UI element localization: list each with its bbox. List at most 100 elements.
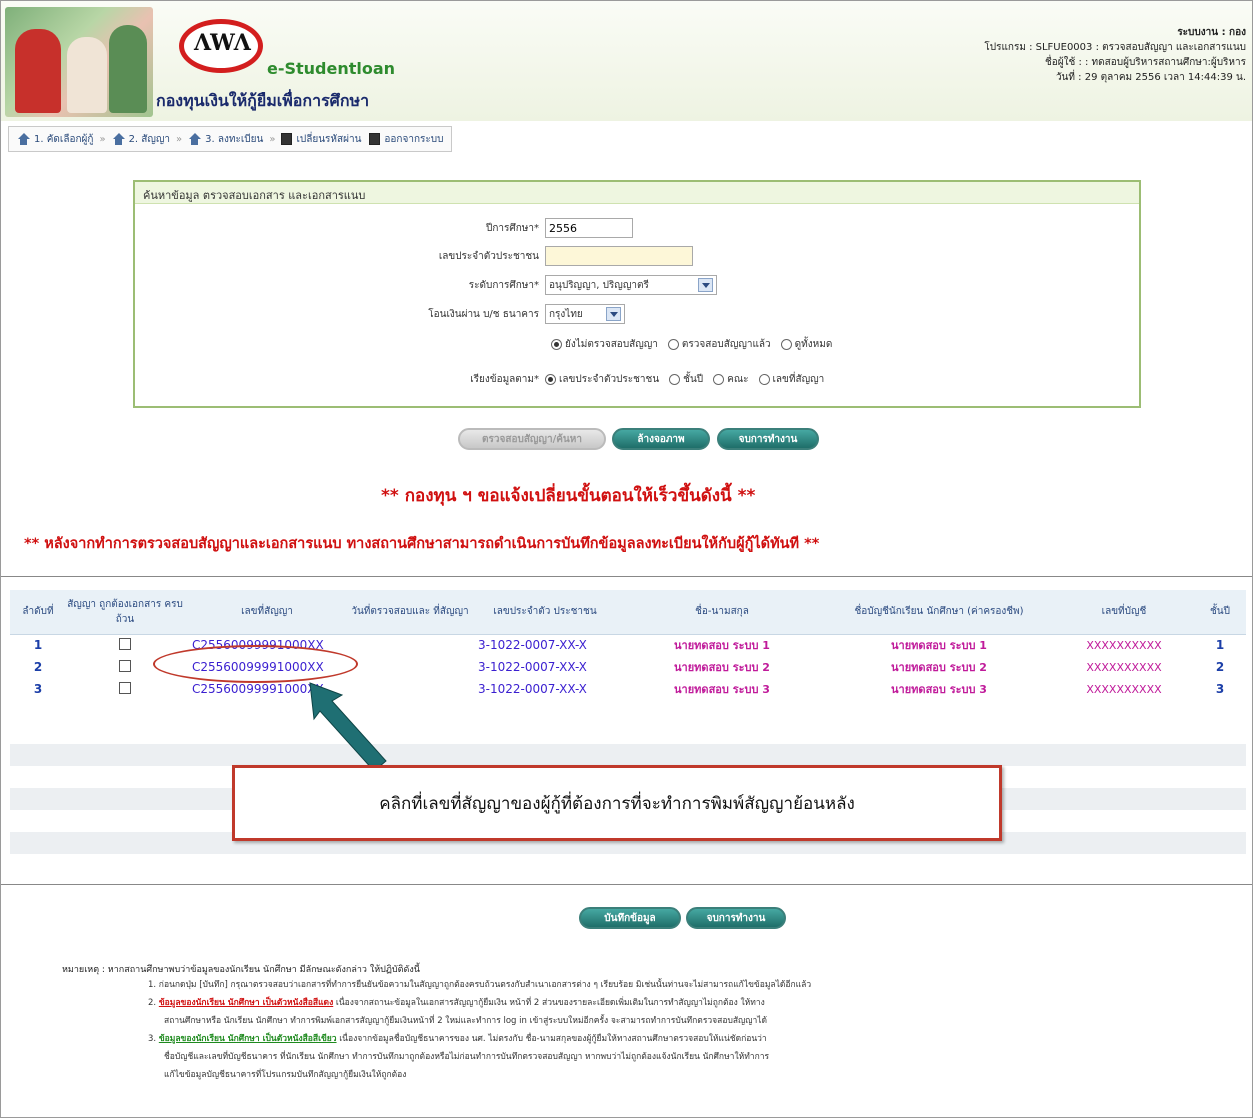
chevron-down-icon <box>698 278 713 292</box>
check-date-cell <box>350 634 470 656</box>
row-no: 3 <box>33 682 43 696</box>
table-header-row: ลำดับที่ สัญญา ถูกต้องเอกสาร ครบถ้วน เลข… <box>10 590 1246 635</box>
sort-label: เรียงข้อมูลตาม* <box>470 374 539 385</box>
user-value: : ทดสอบผู้บริหารสถานศึกษา:ผู้บริหาร <box>1085 57 1246 68</box>
nav-logout[interactable]: ออกจากระบบ <box>365 132 447 147</box>
sort-radio-faculty[interactable]: คณะ <box>713 372 749 387</box>
pointer-arrow-icon <box>309 682 387 772</box>
home-icon <box>112 133 125 145</box>
notice-line-1: ** กองทุน ฯ ขอแจ้งเปลี่ยนขั้นตอนให้เร็วข… <box>381 486 756 506</box>
radio-not-checked[interactable]: ยังไม่ตรวจสอบสัญญา <box>551 337 658 352</box>
program-label: โปรแกรม : SLFUE0003 : ตรวจสอบสัญญา และเอ… <box>984 42 1246 53</box>
citizen-id-cell: 3-1022-0007-XX-X <box>478 682 587 696</box>
note-3-highlight: ข้อมูลของนักเรียน นักศึกษา เป็นตัวหนังสื… <box>158 1034 337 1044</box>
note-3-line-3: แก้ไขข้อมูลบัญชีธนาคารที่โปรแกรมบันทึกสั… <box>164 1070 407 1080</box>
search-panel-title: ค้นหาข้อมูล ตรวจสอบเอกสาร และเอกสารแนบ <box>135 182 1139 204</box>
radio-checked[interactable]: ตรวจสอบสัญญาแล้ว <box>667 337 771 352</box>
org-name: กองทุนเงินให้กู้ยืมเพื่อการศึกษา <box>156 91 370 110</box>
notes-title: หมายเหตุ : หากสถานศึกษาพบว่าข้อมูลของนัก… <box>62 965 420 975</box>
date-label: วันที่ : 29 ตุลาคม 2556 เวลา 14:44:39 น. <box>1055 72 1246 83</box>
year-cell: 2 <box>1215 660 1225 674</box>
header-info: ระบบงาน : กอง โปรแกรม : SLFUE0003 : ตรวจ… <box>984 25 1246 85</box>
col-check-date: วันที่ตรวจสอบและ ที่สัญญา <box>350 590 470 635</box>
account-name-cell: นายทดสอบ ระบบ 1 <box>891 639 987 653</box>
col-no: ลำดับที่ <box>10 590 66 635</box>
studentloan-title: e-Studentloan <box>267 59 396 78</box>
banner-photo <box>5 7 153 117</box>
bank-select[interactable]: กรุงไทย <box>545 304 625 324</box>
doc-complete-checkbox[interactable] <box>119 681 131 694</box>
account-no-cell: XXXXXXXXXX <box>1086 638 1162 652</box>
note-2-line-2: สถานศึกษาหรือ นักเรียน นักศึกษา ทำการพิม… <box>164 1016 768 1026</box>
academic-year-input[interactable] <box>545 218 633 238</box>
doc-complete-checkbox[interactable] <box>119 659 131 672</box>
nav-register[interactable]: 3. ลงทะเบียน <box>184 132 267 147</box>
nav-label: ออกจากระบบ <box>384 133 444 145</box>
nav-change-password[interactable]: เปลี่ยนรหัสผ่าน <box>277 132 365 147</box>
year-cell: 1 <box>1215 638 1225 653</box>
kyc-logo: ΛWΛ <box>179 19 263 73</box>
instruction-callout: คลิกที่เลขที่สัญญาของผู้กู้ที่ต้องการที่… <box>232 765 1002 841</box>
citizen-id-cell: 3-1022-0007-XX-X <box>478 638 587 653</box>
document-icon <box>281 133 293 145</box>
clear-button[interactable]: ล้างจอภาพ <box>612 428 710 450</box>
doc-complete-checkbox[interactable] <box>119 637 131 650</box>
note-1: 1. ก่อนกดปุ่ม [บันทึก] กรุณาตรวจสอบว่าเอ… <box>148 980 812 990</box>
main-nav: 1. คัดเลือกผู้กู้ » 2. สัญญา » 3. ลงทะเบ… <box>8 126 453 152</box>
bank-select-value: กรุงไทย <box>549 308 583 320</box>
level-select[interactable]: อนุปริญญา, ปริญญาตรี <box>545 275 717 295</box>
year-cell: 3 <box>1215 682 1225 696</box>
logo-text: ΛWΛ <box>194 30 251 56</box>
chevron-down-icon <box>606 307 621 321</box>
table-row: 3 C25560099991000XX 3-1022-0007-XX-X นาย… <box>10 678 1246 700</box>
citizen-id-input[interactable] <box>545 246 693 266</box>
notice-line-2: ** หลังจากทำการตรวจสอบสัญญาและเอกสารแนบ … <box>24 536 820 552</box>
search-button[interactable]: ตรวจสอบสัญญา/ค้นหา <box>458 428 606 450</box>
exit-button[interactable]: จบการทำงาน <box>717 428 819 450</box>
bank-label: โอนเงินผ่าน บ/ช ธนาคาร <box>428 308 539 320</box>
name-cell: นายทดสอบ ระบบ 3 <box>674 683 770 696</box>
name-cell: นายทดสอบ ระบบ 1 <box>674 639 770 653</box>
citizen-id-label: เลขประจำตัวประชาชน <box>438 250 539 262</box>
user-label: ชื่อผู้ใช้ : <box>1044 57 1082 68</box>
nav-label: 2. สัญญา <box>128 133 171 145</box>
row-no: 1 <box>33 638 43 653</box>
status-radio-group: ยังไม่ตรวจสอบสัญญา ตรวจสอบสัญญาแล้ว ดูทั… <box>551 337 842 352</box>
save-button[interactable]: บันทึกข้อมูล <box>579 907 681 929</box>
academic-year-label: ปีการศึกษา* <box>486 222 539 234</box>
account-name-cell: นายทดสอบ ระบบ 2 <box>891 661 987 674</box>
level-select-value: อนุปริญญา, ปริญญาตรี <box>549 279 649 291</box>
name-cell: นายทดสอบ ระบบ 2 <box>674 661 770 674</box>
account-name-cell: นายทดสอบ ระบบ 3 <box>891 683 987 696</box>
nav-contract[interactable]: 2. สัญญา <box>108 132 174 147</box>
system-label: ระบบงาน : กอง <box>1177 27 1246 38</box>
radio-all[interactable]: ดูทั้งหมด <box>780 337 832 352</box>
note-3: 3. ข้อมูลของนักเรียน นักศึกษา เป็นตัวหนั… <box>148 1034 767 1044</box>
nav-select-borrower[interactable]: 1. คัดเลือกผู้กู้ <box>13 132 97 147</box>
note-3-line-2: ชื่อบัญชีและเลขที่บัญชีธนาคาร ที่นักเรีย… <box>164 1052 770 1062</box>
sort-radio-citizen[interactable]: เลขประจำตัวประชาชน <box>545 372 659 387</box>
level-label: ระดับการศึกษา* <box>468 279 539 291</box>
nav-label: 1. คัดเลือกผู้กู้ <box>34 133 94 145</box>
col-account-no: เลขที่บัญชี <box>1054 590 1194 635</box>
exit-button-bottom[interactable]: จบการทำงาน <box>686 907 786 929</box>
col-year: ชั้นปี <box>1194 590 1246 635</box>
col-contract-no: เลขที่สัญญา <box>184 590 350 635</box>
col-citizen-id: เลขประจำตัว ประชาชน <box>470 590 620 635</box>
account-no-cell: XXXXXXXXXX <box>1086 682 1162 696</box>
sort-radio-contract[interactable]: เลขที่สัญญา <box>758 372 824 387</box>
account-no-cell: XXXXXXXXXX <box>1086 660 1162 674</box>
divider <box>1 884 1252 885</box>
document-icon <box>369 133 381 145</box>
contract-table: ลำดับที่ สัญญา ถูกต้องเอกสาร ครบถ้วน เลข… <box>10 590 1246 700</box>
col-account-name: ชื่อบัญชีนักเรียน นักศึกษา (ค่าครองชีพ) <box>824 590 1054 635</box>
sort-radio-year[interactable]: ชั้นปี <box>669 372 703 387</box>
home-icon <box>188 133 202 145</box>
nav-label: 3. ลงทะเบียน <box>205 133 264 145</box>
search-panel: ค้นหาข้อมูล ตรวจสอบเอกสาร และเอกสารแนบ ป… <box>133 180 1141 408</box>
citizen-id-cell: 3-1022-0007-XX-X <box>478 660 587 674</box>
header-banner: ΛWΛ e-Studentloan กองทุนเงินให้กู้ยืมเพื… <box>1 1 1252 121</box>
row-no: 2 <box>33 660 43 674</box>
col-name: ชื่อ-นามสกุล <box>620 590 824 635</box>
col-doc-complete: สัญญา ถูกต้องเอกสาร ครบถ้วน <box>66 590 184 635</box>
